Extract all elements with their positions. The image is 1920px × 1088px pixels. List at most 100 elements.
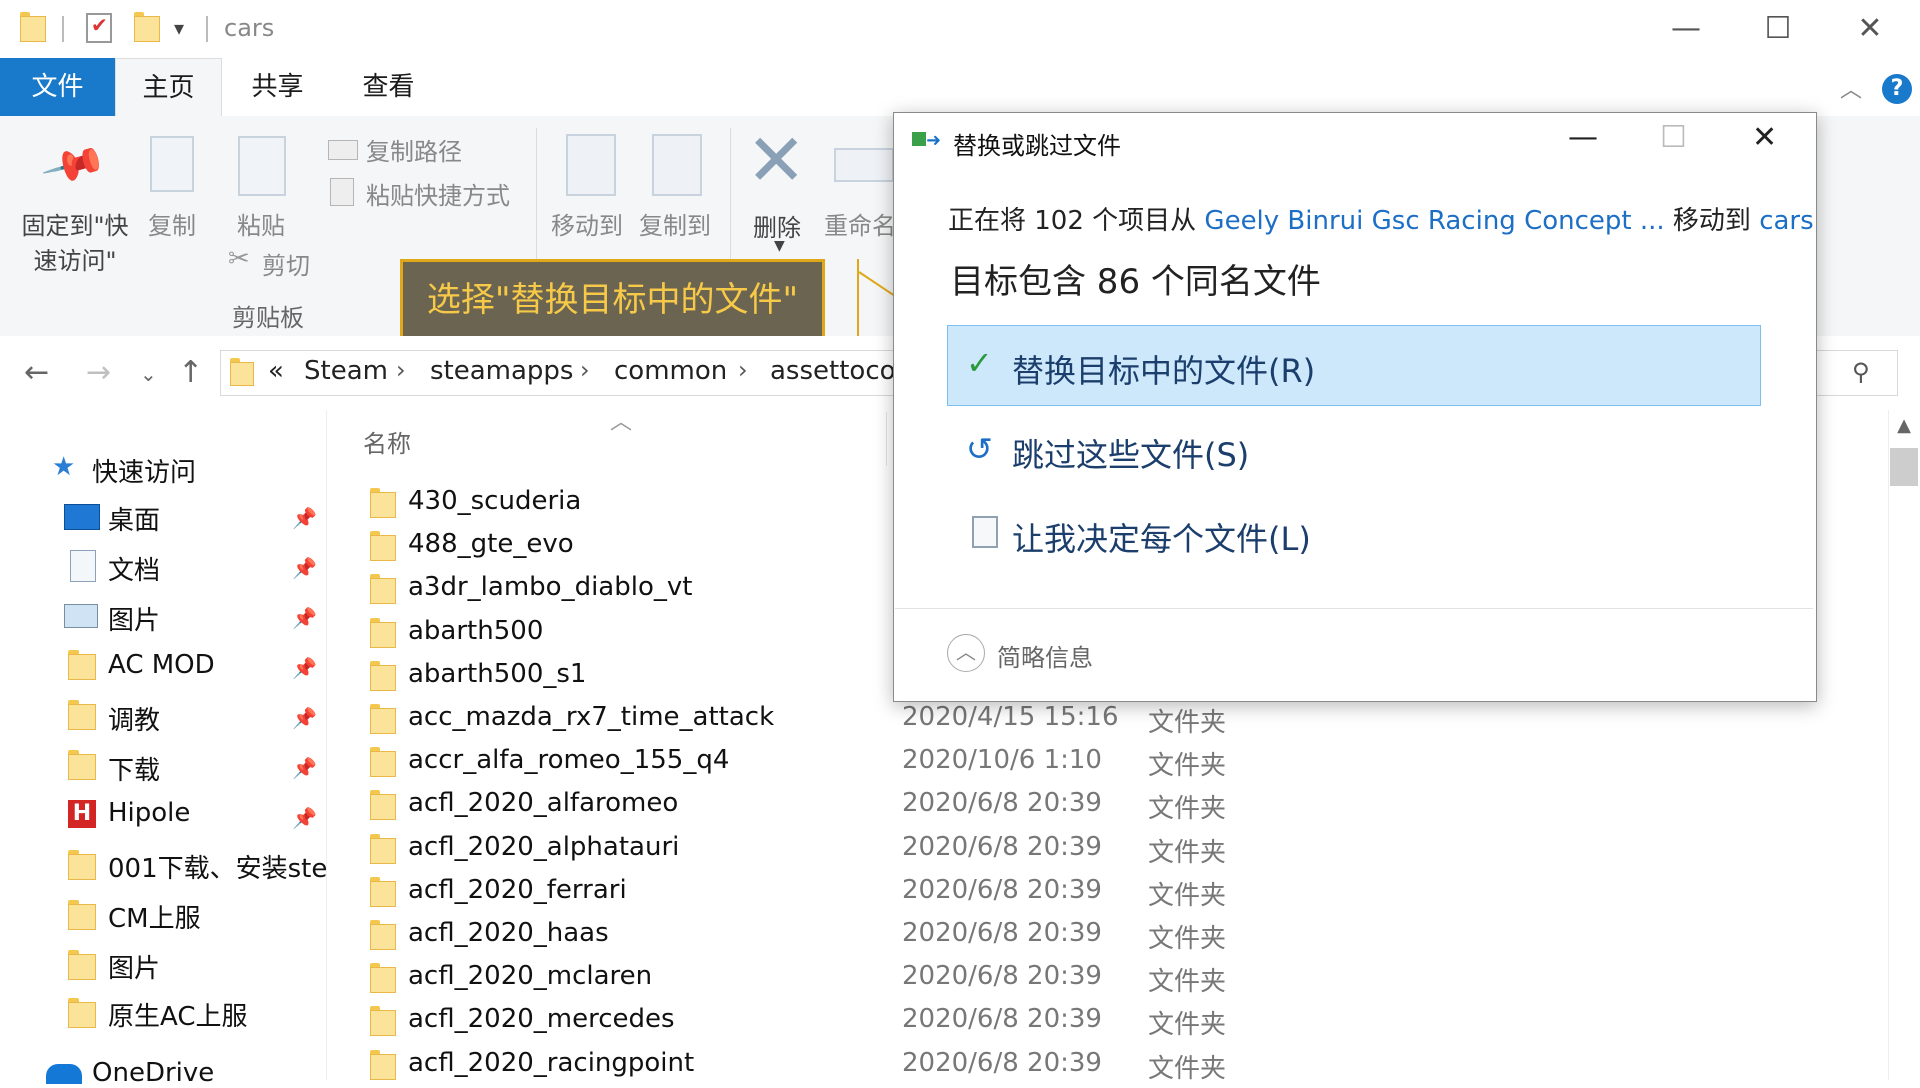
minimize-button[interactable]: —	[1656, 10, 1716, 50]
pin-icon[interactable]: 📌	[292, 756, 317, 780]
copy-button[interactable]: 复制	[140, 206, 204, 241]
nav-item-pictures-2[interactable]: 图片	[108, 948, 160, 985]
up-button[interactable]: ↑	[178, 355, 203, 390]
collapse-details-icon[interactable]: ︿	[947, 634, 985, 672]
nav-item-downloads[interactable]: 下载	[108, 750, 160, 787]
folder-icon	[68, 750, 96, 780]
file-row-name[interactable]: acfl_2020_alphatauri	[408, 832, 679, 862]
file-row-date: 2020/6/8 20:39	[902, 1048, 1102, 1078]
dialog-conflict-count: 目标包含 86 个同名文件	[950, 262, 1321, 302]
recent-locations-icon[interactable]: ⌄	[140, 362, 157, 386]
breadcrumb-chevron-icon[interactable]: ›	[580, 356, 590, 384]
nav-item-hipole[interactable]: Hipole	[108, 798, 190, 828]
nav-item-ac-mod[interactable]: AC MOD	[108, 650, 215, 680]
file-row-name[interactable]: acfl_2020_mclaren	[408, 961, 652, 991]
pin-to-quick-access-button[interactable]: 固定到"快 速访问"	[10, 206, 140, 276]
nav-item-documents[interactable]: 文档	[108, 550, 160, 587]
tab-file[interactable]: 文件	[0, 58, 115, 116]
help-icon[interactable]: ?	[1882, 74, 1912, 104]
dialog-title: 替换或跳过文件	[953, 132, 1121, 160]
nav-item-desktop[interactable]: 桌面	[108, 500, 160, 537]
file-row-name[interactable]: accr_alfa_romeo_155_q4	[408, 745, 729, 775]
nav-quick-access[interactable]: 快速访问	[92, 452, 196, 489]
breadcrumb-steamapps[interactable]: steamapps	[430, 356, 573, 386]
pin-icon[interactable]: 📌	[292, 556, 317, 580]
file-row-name[interactable]: acc_mazda_rx7_time_attack	[408, 702, 774, 732]
nav-item-native-ac-server[interactable]: 原生AC上服	[108, 996, 247, 1033]
dialog-arrow-icon: ➜	[926, 130, 942, 151]
pin-icon[interactable]: 📌	[292, 806, 317, 830]
breadcrumb-chevron-icon[interactable]: ›	[738, 356, 748, 384]
file-row-name[interactable]: acfl_2020_racingpoint	[408, 1048, 694, 1078]
file-row-name[interactable]: a3dr_lambo_diablo_vt	[408, 572, 692, 602]
column-divider[interactable]	[886, 412, 887, 466]
nav-item-tuning[interactable]: 调教	[108, 700, 160, 737]
dialog-minimize-button[interactable]: —	[1568, 120, 1598, 155]
file-row-name[interactable]: abarth500_s1	[408, 659, 586, 689]
replace-files-label[interactable]: 替换目标中的文件(R)	[1012, 346, 1315, 392]
file-row-name[interactable]: acfl_2020_alfaromeo	[408, 788, 678, 818]
decide-each-file-option[interactable]: 让我决定每个文件(L)	[1012, 514, 1311, 560]
paste-shortcut-button[interactable]: 粘贴快捷方式	[366, 176, 510, 211]
tab-share[interactable]: 共享	[225, 58, 330, 116]
file-row-date: 2020/6/8 20:39	[902, 832, 1102, 862]
copy-to-icon	[652, 134, 702, 196]
pin-icon[interactable]: 📌	[292, 606, 317, 630]
pin-icon[interactable]: 📌	[292, 506, 317, 530]
back-button[interactable]: ←	[24, 355, 49, 390]
source-folder-link[interactable]: Geely Binrui Gsc Racing Concept ...	[1204, 206, 1664, 236]
delete-dropdown-icon[interactable]: ▼	[774, 238, 785, 254]
breadcrumb-chevron-icon[interactable]: ›	[396, 356, 406, 384]
file-row-name[interactable]: acfl_2020_haas	[408, 918, 609, 948]
close-button[interactable]: ✕	[1840, 10, 1900, 50]
file-row-name[interactable]: abarth500	[408, 616, 543, 646]
pin-icon[interactable]: 📌	[292, 706, 317, 730]
instruction-callout: 选择"替换目标中的文件"	[400, 259, 825, 341]
pin-icon[interactable]: 📌	[292, 656, 317, 680]
breadcrumb-common[interactable]: common	[614, 356, 727, 386]
skip-icon: ↺	[966, 430, 993, 468]
maximize-button[interactable]: ☐	[1748, 10, 1808, 50]
paste-icon	[238, 136, 286, 196]
tab-view[interactable]: 查看	[336, 58, 441, 116]
folder-icon	[20, 12, 46, 42]
file-row-name[interactable]: acfl_2020_mercedes	[408, 1004, 675, 1034]
copy-path-button[interactable]: 复制路径	[366, 132, 462, 167]
destination-folder-link[interactable]: cars	[1759, 206, 1813, 236]
breadcrumb-steam[interactable]: Steam	[304, 356, 388, 386]
copy-to-button[interactable]: 复制到	[634, 206, 716, 241]
paste-shortcut-icon	[330, 178, 354, 206]
customize-toolbar-icon[interactable]: ▾	[174, 16, 184, 40]
column-header-name[interactable]: 名称	[363, 424, 411, 459]
dialog-close-button[interactable]: ✕	[1752, 120, 1777, 155]
paste-button[interactable]: 粘贴	[226, 206, 296, 241]
sort-ascending-icon: ︿	[610, 410, 633, 435]
skip-files-option[interactable]: 跳过这些文件(S)	[1012, 430, 1249, 476]
search-icon[interactable]: ⚲	[1852, 358, 1870, 386]
file-row-name[interactable]: acfl_2020_ferrari	[408, 875, 627, 905]
hipole-app-icon: H	[68, 800, 96, 828]
pane-divider[interactable]	[326, 410, 327, 1080]
scrollbar-thumb[interactable]	[1890, 448, 1918, 486]
nav-item-001-download[interactable]: 001下载、安装stea	[108, 848, 326, 885]
file-row-name[interactable]: 430_scuderia	[408, 486, 581, 516]
properties-icon[interactable]: ✔	[86, 13, 112, 43]
vertical-scrollbar[interactable]	[1888, 410, 1920, 1080]
file-row-date: 2020/10/6 1:10	[902, 745, 1102, 775]
nav-onedrive[interactable]: OneDrive	[92, 1058, 214, 1088]
forward-button[interactable]: →	[86, 355, 111, 390]
nav-item-pictures[interactable]: 图片	[108, 600, 160, 637]
file-row-date: 2020/6/8 20:39	[902, 1004, 1102, 1034]
tab-home[interactable]: 主页	[115, 58, 222, 118]
rename-button[interactable]: 重命名	[824, 206, 894, 241]
move-to-button[interactable]: 移动到	[546, 206, 628, 241]
breadcrumb-overflow[interactable]: «	[268, 356, 284, 386]
dialog-maximize-button[interactable]: ☐	[1660, 120, 1687, 155]
collapse-ribbon-icon[interactable]: ︿	[1840, 72, 1862, 104]
new-folder-icon[interactable]	[134, 12, 160, 42]
scroll-up-icon[interactable]: ▲	[1888, 410, 1920, 442]
file-row-name[interactable]: 488_gte_evo	[408, 529, 574, 559]
cut-button[interactable]: 剪切	[262, 246, 310, 281]
nav-item-cm-server[interactable]: CM上服	[108, 898, 201, 935]
fewer-details-button[interactable]: 简略信息	[997, 638, 1093, 673]
